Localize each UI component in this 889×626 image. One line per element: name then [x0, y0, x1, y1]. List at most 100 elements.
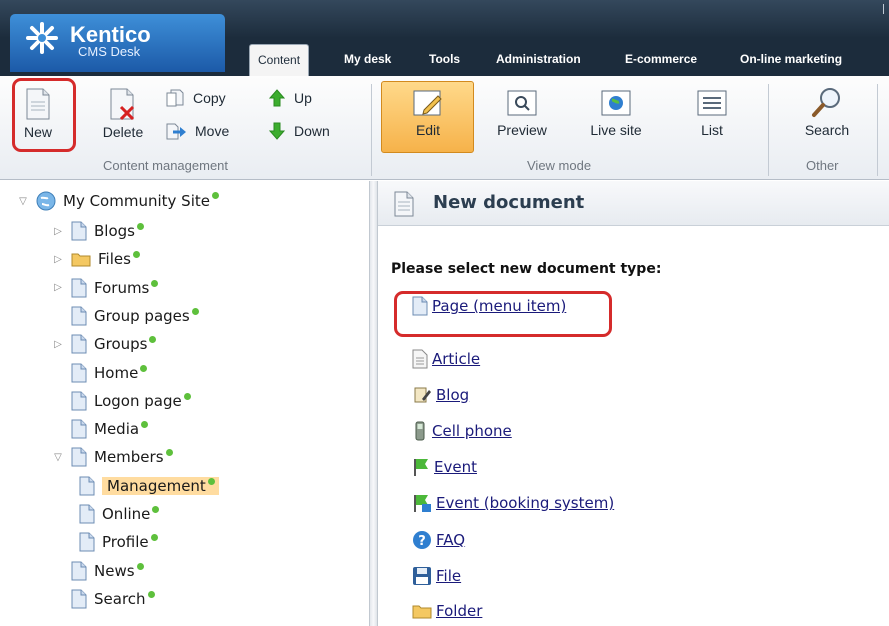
tree-item-label-wrap: Home	[94, 363, 148, 382]
doc-type-item[interactable]: File	[412, 566, 461, 586]
collapse-arrow-icon[interactable]: ▽	[16, 196, 30, 207]
tree-item-label: News	[94, 561, 135, 580]
edit-icon	[413, 90, 442, 116]
doc-type-item[interactable]: ? FAQ	[412, 530, 465, 550]
tab-tools[interactable]: Tools	[429, 52, 460, 66]
arrow-up-icon	[268, 89, 286, 107]
page-icon	[71, 561, 87, 581]
doc-type-link[interactable]: Blog	[436, 386, 469, 404]
tree-item[interactable]: Management	[79, 475, 219, 497]
tree-item-label-wrap: Online	[102, 505, 160, 523]
doc-type-link[interactable]: Article	[432, 350, 480, 368]
edit-button[interactable]: Edit	[390, 88, 466, 138]
page-icon	[71, 447, 87, 467]
tree-item[interactable]: ▷ Files	[51, 248, 140, 270]
doc-type-item[interactable]: Cell phone	[412, 421, 512, 441]
tree-item-label-wrap: News	[94, 562, 144, 580]
move-icon	[166, 123, 186, 140]
down-button[interactable]: Down	[268, 121, 330, 141]
tree-item-label: Members	[94, 448, 164, 467]
tree-item[interactable]: Media	[51, 418, 149, 440]
tree-item[interactable]: Group pages	[51, 305, 199, 327]
tab-my-desk[interactable]: My desk	[344, 52, 391, 66]
ribbon-separator	[768, 84, 769, 176]
expand-arrow-icon[interactable]: ▷	[51, 282, 65, 293]
tree-root[interactable]: ▽ My Community Site	[16, 190, 219, 212]
expand-arrow-icon[interactable]: ▷	[51, 226, 65, 237]
tree-item[interactable]: News	[51, 560, 144, 582]
tree-item-label-wrap: Members	[94, 448, 173, 466]
panel-splitter[interactable]	[369, 181, 378, 626]
doc-type-item[interactable]: Event (booking system)	[412, 493, 614, 513]
status-dot	[140, 364, 148, 372]
collapse-arrow-icon[interactable]: ▽	[51, 452, 65, 463]
doc-type-item[interactable]: Blog	[412, 385, 469, 405]
tree-item[interactable]: ▽ Members	[51, 446, 173, 468]
status-dot	[152, 506, 160, 513]
tree-item-label: Home	[94, 363, 139, 382]
list-button[interactable]: List	[690, 88, 734, 138]
move-button-label: Move	[195, 123, 230, 139]
tree-item-label-wrap: Logon page	[94, 392, 191, 410]
doc-type-item[interactable]: Folder	[412, 602, 482, 620]
tree-item-label: Media	[94, 420, 140, 439]
status-dot	[211, 191, 219, 199]
tree-item-label: Search	[94, 589, 146, 608]
doc-type-link[interactable]: Folder	[436, 602, 482, 620]
copy-button[interactable]: Copy	[165, 88, 226, 108]
move-button[interactable]: Move	[165, 121, 229, 141]
page-icon	[79, 504, 95, 524]
status-dot	[165, 449, 173, 457]
delete-button[interactable]: Delete	[97, 88, 149, 140]
tree-item[interactable]: ▷ Blogs	[51, 220, 144, 242]
page-icon	[79, 476, 95, 496]
blog-icon	[412, 385, 432, 405]
tab-online-marketing[interactable]: On-line marketing	[740, 52, 842, 66]
expand-arrow-icon[interactable]: ▷	[51, 339, 65, 350]
page-icon	[71, 334, 87, 354]
doc-type-link[interactable]: Event (booking system)	[436, 494, 614, 512]
doc-type-item[interactable]: Event	[412, 457, 477, 477]
page-icon	[71, 391, 87, 411]
arrow-down-icon	[268, 122, 286, 140]
preview-icon	[507, 90, 537, 116]
expand-arrow-icon[interactable]: ▷	[51, 254, 65, 265]
tree-item-label: Management	[107, 476, 206, 495]
page-icon	[71, 221, 87, 241]
globe-icon	[36, 191, 56, 211]
doc-type-link[interactable]: FAQ	[436, 531, 465, 549]
status-dot	[147, 590, 155, 598]
top-bar: Kentico CMS Desk Content My desk Tools A…	[0, 0, 889, 76]
tab-content[interactable]: Content	[249, 44, 310, 76]
tree-item[interactable]: Search	[51, 588, 155, 610]
tab-ecommerce[interactable]: E-commerce	[625, 52, 697, 66]
tree-item[interactable]: Online	[79, 503, 160, 525]
folder-icon	[71, 251, 91, 267]
corner-mark	[883, 4, 887, 14]
status-dot	[136, 223, 144, 230]
search-button[interactable]: Search	[797, 86, 857, 138]
doc-type-link[interactable]: Event	[434, 458, 477, 476]
cellphone-icon	[412, 421, 428, 441]
doc-type-item[interactable]: Article	[412, 349, 480, 369]
tree-item[interactable]: ▷ Forums	[51, 277, 159, 299]
tree-item[interactable]: ▷ Groups	[51, 333, 157, 355]
tree-item-label-wrap: Profile	[102, 533, 158, 551]
preview-button[interactable]: Preview	[487, 88, 557, 138]
tab-administration[interactable]: Administration	[496, 52, 581, 66]
doc-type-link[interactable]: File	[436, 567, 461, 585]
doc-type-link[interactable]: Cell phone	[432, 422, 512, 440]
tree-item-label: Group pages	[94, 306, 190, 325]
live-site-icon	[601, 90, 631, 116]
status-dot	[183, 392, 191, 400]
copy-icon	[166, 89, 184, 107]
title-bar: New document	[378, 181, 889, 226]
new-button-highlight	[12, 78, 76, 152]
tree-item[interactable]: Profile	[79, 531, 158, 553]
tree-item[interactable]: Home	[51, 362, 148, 384]
tree-item[interactable]: Logon page	[51, 390, 191, 412]
article-icon	[412, 349, 428, 369]
live-site-button[interactable]: Live site	[580, 88, 652, 138]
up-button[interactable]: Up	[268, 88, 312, 108]
page-icon	[71, 589, 87, 609]
